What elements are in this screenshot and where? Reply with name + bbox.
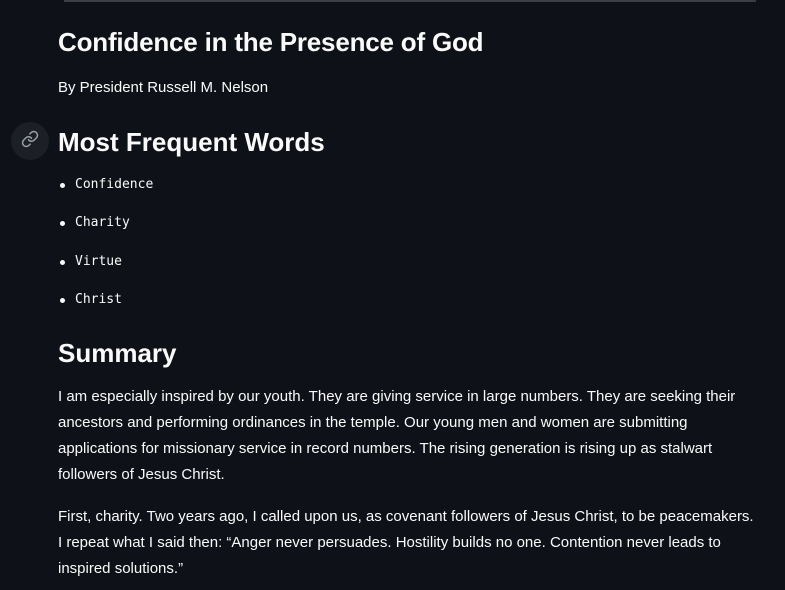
summary-paragraph: I am especially inspired by our youth. T… xyxy=(58,388,736,483)
heading-anchor-link[interactable] xyxy=(11,122,49,160)
list-item: Confidence xyxy=(58,174,153,212)
bullet-icon xyxy=(60,183,65,188)
list-item: Christ xyxy=(58,289,153,327)
frequent-words-list: Confidence Charity Virtue Christ xyxy=(58,174,153,327)
list-item: Charity xyxy=(58,212,153,250)
summary-paragraph: First, charity. Two years ago, I called … xyxy=(58,508,754,577)
list-item: Virtue xyxy=(58,251,153,289)
article-page: Confidence in the Presence of God By Pre… xyxy=(0,0,785,590)
bullet-icon xyxy=(60,259,65,265)
word-label: Confidence xyxy=(75,177,154,192)
link-icon xyxy=(21,130,39,153)
summary-heading: Summary xyxy=(58,338,177,368)
bullet-icon xyxy=(60,297,65,303)
author-byline: By President Russell M. Nelson xyxy=(58,79,269,96)
bullet-icon xyxy=(60,221,65,227)
word-label: Virtue xyxy=(75,253,122,269)
word-label: Christ xyxy=(75,291,122,307)
top-divider xyxy=(64,0,756,2)
most-frequent-words-heading: Most Frequent Words xyxy=(58,127,325,157)
word-label: Charity xyxy=(75,215,130,231)
page-title: Confidence in the Presence of God xyxy=(58,27,484,57)
